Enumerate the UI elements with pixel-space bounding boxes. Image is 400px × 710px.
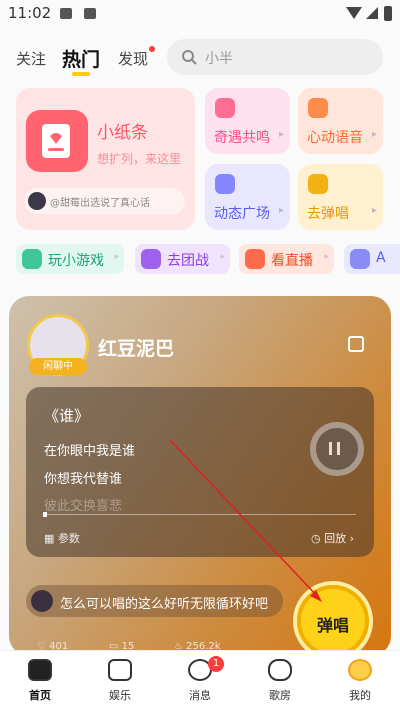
lyric-line: 在你眼中我是谁: [44, 444, 136, 459]
tile-voice[interactable]: 心动语音 ▸: [298, 88, 383, 154]
chevron-right-icon: ▸: [371, 129, 377, 140]
profile-avatar-icon: [348, 659, 372, 681]
user-name[interactable]: 红豆泥巴: [98, 334, 174, 361]
shortcut-label: 去团战: [167, 253, 209, 269]
nav-song-room[interactable]: 歌房: [250, 659, 310, 703]
status-bar: 11:02: [0, 0, 400, 28]
chevron-right-icon: ▸: [114, 252, 119, 262]
sing-button[interactable]: 弹唱: [297, 585, 369, 657]
sing-button-label: 弹唱: [316, 616, 349, 635]
replay-button[interactable]: ◷ 回放 ›: [311, 530, 354, 546]
search-placeholder: 小半: [205, 51, 233, 67]
nav-label: 娱乐: [109, 689, 131, 702]
hint-avatar: [28, 192, 46, 210]
comment-text: 怎么可以唱的这么好听无限循环好吧: [60, 597, 269, 612]
image-notification-icon: [60, 8, 72, 19]
song-title: 《谁》: [44, 407, 90, 425]
lyric-panel[interactable]: 《谁》 在你眼中我是谁 你想我代替谁 彼此交换喜悲 ▦ 参数 ◷ 回放 ›: [26, 387, 374, 557]
nav-label: 首页: [29, 689, 51, 702]
chevron-right-icon: ▸: [278, 129, 284, 140]
search-icon: [182, 50, 197, 65]
active-tab-indicator: [72, 72, 90, 76]
note-card-hint[interactable]: @甜莓出选说了真心话: [24, 188, 185, 214]
chevron-right-icon: ▸: [324, 252, 329, 262]
tab-follow[interactable]: 关注: [16, 48, 46, 69]
signal-icon: [366, 7, 378, 19]
note-card[interactable]: 小纸条 想扩列，来这里 @甜莓出选说了真心话: [16, 88, 195, 230]
note-icon: [26, 110, 88, 172]
encounter-icon: [215, 98, 235, 118]
nav-entertainment[interactable]: 娱乐: [90, 659, 150, 703]
params-label: 参数: [57, 532, 80, 545]
wifi-icon: [346, 7, 362, 19]
shortcut-live[interactable]: 看直播 ▸: [239, 244, 334, 274]
tile-encounter-label: 奇遇共鸣: [214, 130, 270, 146]
shortcut-mini-games[interactable]: 玩小游戏 ▸: [16, 244, 124, 274]
params-button[interactable]: ▦ 参数: [44, 530, 80, 546]
nav-label: 歌房: [269, 689, 291, 702]
tile-square-label: 动态广场: [214, 206, 270, 222]
nav-label: 消息: [189, 689, 211, 702]
app-notification-icon: [84, 8, 96, 19]
chat-icon: [350, 249, 370, 269]
note-card-title: 小纸条: [97, 123, 148, 143]
tab-hot[interactable]: 热门: [62, 45, 100, 72]
heart-voice-icon: [308, 98, 328, 118]
tab-discover[interactable]: 发现: [118, 48, 148, 69]
search-bar[interactable]: 小半: [167, 39, 383, 75]
live-status-badge: 闲聊中: [29, 358, 87, 375]
tile-sing[interactable]: 去弹唱 ▸: [298, 164, 383, 230]
share-icon[interactable]: [348, 336, 364, 352]
battery-icon: [384, 6, 392, 21]
trophy-icon: [141, 249, 161, 269]
pause-button[interactable]: [310, 422, 364, 476]
note-card-subtitle: 想扩列，来这里: [97, 152, 182, 166]
chevron-right-icon: ▸: [220, 252, 225, 262]
lyric-line: 彼此交换喜悲: [44, 499, 123, 514]
sing-icon: [308, 174, 328, 194]
nav-me[interactable]: 我的: [330, 659, 390, 703]
shortcut-label: A: [376, 250, 386, 266]
tv-icon: [108, 659, 132, 681]
chevron-right-icon: ▸: [371, 205, 377, 216]
message-count-badge: 1: [208, 656, 224, 672]
tile-square[interactable]: 动态广场 ▸: [205, 164, 290, 230]
home-icon: [28, 659, 52, 681]
bottom-nav: 首页 娱乐 消息 歌房 我的: [0, 650, 400, 710]
shortcut-label: 看直播: [271, 253, 313, 269]
tile-voice-label: 心动语音: [307, 130, 363, 146]
shortcut-label: 玩小游戏: [48, 253, 104, 269]
commenter-avatar: [31, 590, 53, 612]
comment-bubble[interactable]: 怎么可以唱的这么好听无限循环好吧: [26, 585, 283, 617]
playback-progress[interactable]: [43, 512, 356, 517]
gamepad-icon: [22, 249, 42, 269]
people-icon: [268, 659, 292, 681]
discover-new-dot: [149, 46, 155, 52]
shortcut-team-battle[interactable]: 去团战 ▸: [135, 244, 230, 274]
chevron-right-icon: ▸: [278, 205, 284, 216]
lyric-line: 你想我代替谁: [44, 472, 123, 487]
shortcut-more[interactable]: A: [344, 244, 400, 274]
tile-sing-label: 去弹唱: [307, 206, 349, 222]
send-icon: [215, 174, 235, 194]
tile-encounter[interactable]: 奇遇共鸣 ▸: [205, 88, 290, 154]
nav-home[interactable]: 首页: [10, 659, 70, 703]
status-time: 11:02: [8, 4, 52, 22]
replay-label: 回放: [324, 532, 347, 545]
nav-label: 我的: [349, 689, 371, 702]
tv-icon: [245, 249, 265, 269]
hint-text: @甜莓出选说了真心话: [50, 198, 150, 209]
